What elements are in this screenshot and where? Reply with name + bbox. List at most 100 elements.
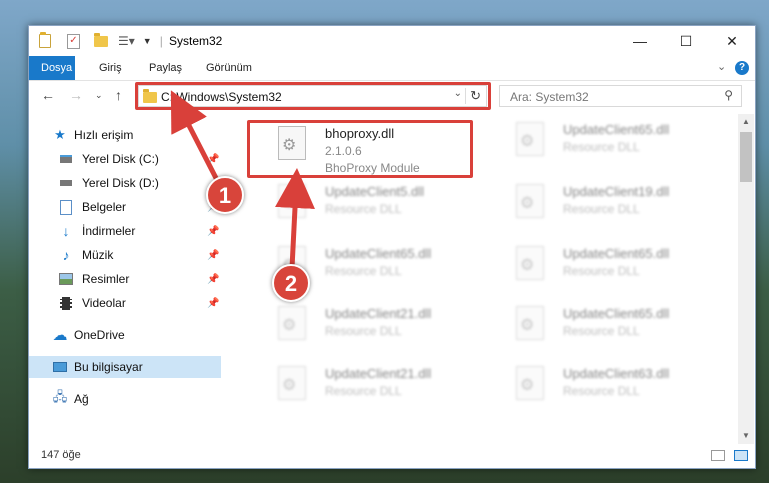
dll-file-icon [516, 122, 544, 156]
document-icon [59, 199, 73, 215]
file-item[interactable]: UpdateClient19.dll Resource DLL [491, 176, 715, 234]
details-view-icon[interactable] [711, 450, 725, 461]
folder-icon[interactable] [39, 32, 51, 48]
pin-icon[interactable]: 📌 [207, 274, 219, 285]
customize-toolbar-icon[interactable]: ☰▾ [118, 34, 135, 48]
address-row: ← → ⌄ ↑ C:\Windows\System32 ⌄ ↻ Ara: Sys… [29, 81, 755, 111]
scroll-down-icon[interactable]: ▼ [738, 428, 754, 444]
tab-gorunum[interactable]: Görünüm [196, 56, 262, 80]
dll-file-icon [516, 306, 544, 340]
sidebar-item-label: Belgeler [82, 200, 127, 214]
star-icon: ★ [54, 127, 66, 142]
scroll-up-icon[interactable]: ▲ [738, 114, 754, 130]
sidebar-item-label: Yerel Disk (C:) [82, 152, 159, 166]
file-item[interactable]: UpdateClient5.dll Resource DLL [253, 176, 477, 234]
tiles-view-icon[interactable] [734, 450, 748, 461]
pin-icon[interactable]: 📌 [207, 226, 219, 237]
new-folder-icon[interactable] [94, 32, 108, 47]
file-item[interactable]: UpdateClient65.dll Resource DLL [491, 114, 715, 172]
sidebar-item-label: Ağ [74, 392, 89, 406]
chevron-down-icon[interactable]: ⌄ [717, 60, 726, 73]
computer-icon [53, 360, 67, 374]
dll-file-icon [278, 184, 306, 218]
sidebar-item-label: Hızlı erişim [74, 128, 134, 142]
sidebar-item-label: Videolar [82, 296, 126, 310]
sidebar-item-label: OneDrive [74, 328, 125, 342]
file-description: Resource DLL [325, 264, 402, 278]
forward-arrow-icon[interactable]: → [69, 87, 83, 103]
file-description: Resource DLL [325, 384, 402, 398]
file-description: Resource DLL [563, 384, 640, 398]
dll-file-icon [516, 184, 544, 218]
pin-icon[interactable]: 📌 [207, 250, 219, 261]
sidebar-item-videos[interactable]: Videolar 📌 [29, 292, 221, 314]
pin-icon[interactable]: 📌 [207, 154, 219, 165]
properties-icon[interactable]: ✓ [67, 33, 80, 49]
file-description: Resource DLL [325, 202, 402, 216]
file-name: UpdateClient65.dll [563, 122, 670, 137]
scrollbar-thumb[interactable] [740, 132, 752, 182]
sidebar-item-local-disk-d[interactable]: Yerel Disk (D:) [29, 172, 221, 194]
sidebar-item-network[interactable]: 🖧 Ağ [29, 388, 221, 410]
file-description: Resource DLL [563, 202, 640, 216]
file-description: Resource DLL [563, 140, 640, 154]
file-item[interactable]: UpdateClient65.dll Resource DLL [491, 238, 715, 296]
file-name: UpdateClient65.dll [563, 306, 670, 321]
vertical-scrollbar[interactable]: ▲ ▼ [738, 114, 754, 444]
network-icon: 🖧 [52, 389, 68, 404]
download-icon: ↓ [62, 223, 70, 239]
sidebar-item-label: Resimler [82, 272, 130, 286]
sidebar-item-this-pc[interactable]: Bu bilgisayar [29, 356, 221, 378]
help-icon[interactable]: ? [735, 61, 749, 75]
file-item[interactable]: UpdateClient21.dll Resource DLL [253, 358, 477, 416]
address-highlight-box [135, 82, 491, 110]
file-item[interactable]: UpdateClient63.dll Resource DLL [491, 358, 715, 416]
sidebar-item-pictures[interactable]: Resimler 📌 [29, 268, 221, 290]
ribbon-tabs: Dosya Giriş Paylaş Görünüm ⌄ ? [29, 56, 755, 81]
tab-giris[interactable]: Giriş [89, 56, 132, 80]
explorer-window: ✓ ☰▾ ▼ | System32 — ☐ ✕ Dosya Giriş Payl… [28, 25, 756, 469]
dll-file-icon [278, 366, 306, 400]
maximize-button[interactable]: ☐ [663, 26, 709, 56]
search-icon[interactable]: ⚲ [724, 88, 733, 102]
file-item[interactable]: UpdateClient65.dll Resource DLL [491, 298, 715, 356]
file-highlight-box [247, 120, 473, 178]
minimize-button[interactable]: — [617, 26, 663, 56]
dll-file-icon [516, 366, 544, 400]
search-placeholder: Ara: System32 [510, 90, 589, 104]
file-name: UpdateClient5.dll [325, 184, 425, 199]
pin-icon[interactable]: 📌 [207, 298, 219, 309]
sidebar-item-label: Müzik [82, 248, 114, 262]
window-title: System32 [169, 34, 223, 48]
close-button[interactable]: ✕ [709, 26, 755, 56]
sidebar-item-documents[interactable]: Belgeler 📌 [29, 196, 221, 218]
step-2-badge: 2 [272, 264, 310, 302]
sidebar-item-music[interactable]: ♪ Müzik 📌 [29, 244, 221, 266]
navigation-pane: ★ Hızlı erişim Yerel Disk (C:) 📌 Yerel D… [29, 114, 221, 436]
file-description: Resource DLL [563, 264, 640, 278]
sidebar-item-onedrive[interactable]: ☁ OneDrive [29, 324, 221, 346]
file-name: UpdateClient21.dll [325, 366, 432, 381]
quick-access-toolbar: ✓ ☰▾ ▼ | [39, 32, 163, 49]
tab-dosya[interactable]: Dosya [29, 56, 75, 80]
quick-access-dropdown-icon[interactable]: ▼ [143, 36, 152, 46]
up-arrow-icon[interactable]: ↑ [115, 87, 122, 103]
file-item[interactable]: UpdateClient21.dll Resource DLL [253, 298, 477, 356]
music-icon: ♪ [62, 247, 70, 263]
recent-locations-icon[interactable]: ⌄ [95, 90, 103, 101]
file-name: UpdateClient65.dll [325, 246, 432, 261]
title-bar: ✓ ☰▾ ▼ | System32 — ☐ ✕ [29, 26, 755, 56]
back-arrow-icon[interactable]: ← [41, 87, 55, 103]
tab-paylas[interactable]: Paylaş [139, 56, 192, 80]
sidebar-item-local-disk-c[interactable]: Yerel Disk (C:) 📌 [29, 148, 221, 170]
sidebar-item-label: Yerel Disk (D:) [82, 176, 159, 190]
search-input[interactable]: Ara: System32 ⚲ [499, 85, 742, 107]
video-icon [59, 296, 73, 310]
dll-file-icon [278, 306, 306, 340]
sidebar-item-downloads[interactable]: ↓ İndirmeler 📌 [29, 220, 221, 242]
file-description: Resource DLL [563, 324, 640, 338]
sidebar-item-quick-access[interactable]: ★ Hızlı erişim [29, 124, 221, 146]
drive-icon [59, 176, 73, 190]
file-description: Resource DLL [325, 324, 402, 338]
step-1-badge: 1 [206, 176, 244, 214]
